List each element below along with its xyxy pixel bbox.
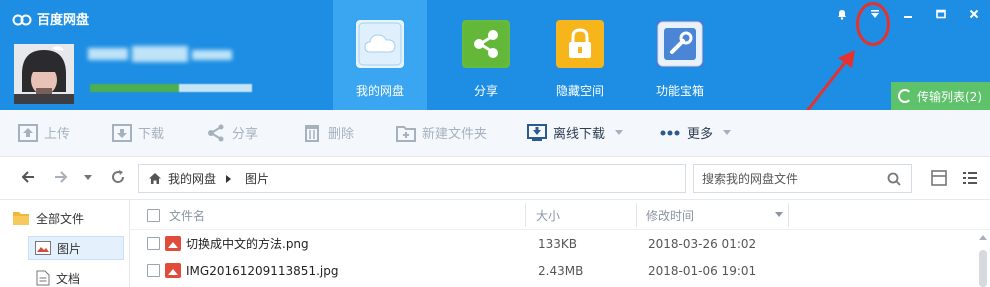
upload-button[interactable]: 上传	[18, 123, 70, 142]
sidebar: 全部文件 图片 文档	[0, 200, 130, 287]
download-icon	[112, 123, 132, 142]
share-button[interactable]: 分享	[206, 123, 258, 142]
forward-button[interactable]	[53, 169, 69, 185]
more-button[interactable]: 更多	[659, 123, 732, 142]
arrow-right-icon	[55, 171, 68, 183]
scrollbar-thumb[interactable]	[979, 250, 987, 287]
document-icon	[36, 270, 50, 286]
column-divider	[525, 203, 526, 227]
column-header-size[interactable]: 大小	[536, 200, 560, 230]
refresh-icon	[112, 170, 125, 183]
breadcrumb-current[interactable]: 图片	[245, 170, 269, 187]
arrow-left-icon	[21, 171, 34, 183]
share-icon	[208, 124, 224, 141]
file-name[interactable]: 切换成中文的方法.png	[165, 230, 309, 257]
file-name[interactable]: IMG20161209113851.jpg	[165, 257, 338, 284]
home-icon	[149, 173, 161, 184]
table-row[interactable]: IMG20161209113851.jpg 2.43MB 2018-01-06 …	[130, 257, 975, 284]
list-view-button[interactable]	[962, 170, 978, 190]
chevron-right-icon	[226, 174, 232, 183]
chevron-down-icon	[723, 130, 732, 135]
image-icon	[35, 241, 51, 255]
column-divider	[636, 203, 637, 227]
back-button[interactable]	[20, 169, 36, 185]
search-input[interactable]	[694, 165, 874, 192]
new-folder-button[interactable]: 新建文件夹	[396, 123, 487, 142]
row-checkbox[interactable]	[147, 230, 160, 257]
column-header-name[interactable]: 文件名	[169, 200, 205, 230]
breadcrumb-root[interactable]: 我的网盘	[168, 170, 216, 187]
scroll-up-icon[interactable]	[979, 235, 987, 240]
row-checkbox[interactable]	[147, 257, 160, 284]
more-icon	[660, 130, 680, 135]
file-size: 2.43MB	[538, 263, 584, 278]
sidebar-item-all-files[interactable]: 全部文件	[12, 208, 84, 228]
offline-download-icon	[527, 123, 547, 141]
offline-download-button[interactable]: 离线下载	[527, 123, 624, 142]
toolbar: 上传 下载 分享 删除 新建文件夹 离线下载 更多	[0, 110, 990, 157]
thumbnail-view-button[interactable]	[931, 170, 947, 190]
column-divider	[788, 203, 789, 227]
image-file-icon	[165, 236, 181, 251]
chevron-down-icon	[615, 130, 624, 135]
file-list-header: 文件名 大小 修改时间	[130, 200, 990, 230]
search-box	[693, 164, 912, 193]
download-button[interactable]: 下载	[112, 123, 164, 142]
new-folder-icon	[396, 125, 416, 142]
delete-button[interactable]: 删除	[302, 123, 354, 142]
upload-icon	[18, 123, 38, 142]
refresh-button[interactable]	[110, 169, 126, 185]
list-view-icon	[963, 172, 977, 184]
grid-view-icon	[931, 170, 947, 186]
file-modified: 2018-01-06 19:01	[648, 263, 757, 278]
search-icon[interactable]	[887, 172, 901, 186]
file-list: 文件名 大小 修改时间 切换成中文的方法.png 133KB 2018-03-2…	[130, 200, 990, 287]
table-row[interactable]: 切换成中文的方法.png 133KB 2018-03-26 01:02	[130, 230, 975, 257]
history-dropdown[interactable]	[84, 175, 92, 181]
trash-icon	[305, 124, 319, 142]
sort-dropdown-icon[interactable]	[775, 200, 783, 230]
address-bar: 我的网盘 图片	[0, 157, 990, 200]
image-file-icon	[165, 263, 181, 278]
breadcrumb: 我的网盘 图片	[138, 164, 686, 193]
file-size: 133KB	[538, 236, 578, 251]
sidebar-item-documents[interactable]: 文档	[36, 268, 80, 287]
column-header-modified[interactable]: 修改时间	[646, 200, 694, 230]
chevron-down-icon	[84, 175, 92, 180]
scrollbar[interactable]	[976, 230, 990, 287]
select-all-checkbox[interactable]	[147, 200, 160, 230]
folder-icon	[13, 212, 29, 225]
sidebar-item-images[interactable]: 图片	[28, 236, 124, 260]
file-modified: 2018-03-26 01:02	[648, 236, 757, 251]
